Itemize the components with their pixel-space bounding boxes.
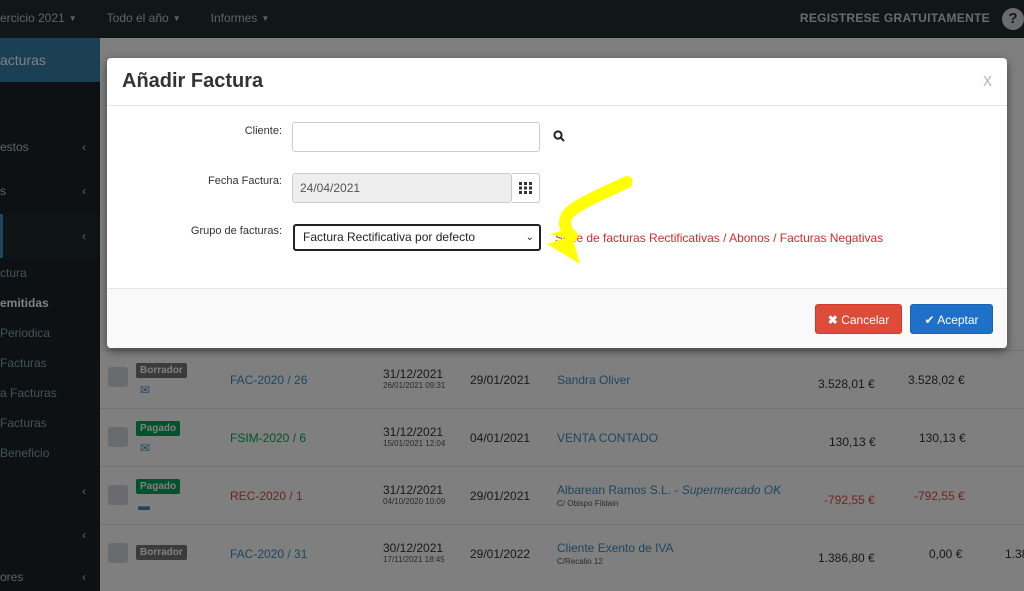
check-icon: ✔ — [924, 313, 935, 327]
invoice-group-label: Grupo de facturas: — [190, 225, 282, 237]
calendar-icon — [519, 182, 532, 194]
close-icon: ✖ — [827, 313, 838, 327]
client-label: Cliente: — [244, 125, 282, 137]
invoice-group-select[interactable]: Factura Rectificativa por defecto ⌄ — [293, 224, 541, 251]
client-input[interactable] — [292, 122, 540, 152]
date-label: Fecha Factura: — [208, 175, 282, 187]
accept-button-label: Aceptar — [937, 313, 979, 327]
cancel-button[interactable]: ✖ Cancelar — [815, 304, 902, 334]
cancel-button-label: Cancelar — [841, 313, 890, 327]
modal-footer: ✖ Cancelar ✔ Aceptar — [107, 288, 1007, 348]
add-invoice-modal: Añadir Factura x Cliente: Fecha Factura:… — [107, 58, 1007, 348]
search-icon[interactable] — [553, 130, 565, 145]
invoice-group-selected: Factura Rectificativa por defecto — [303, 230, 476, 244]
close-icon[interactable]: x — [983, 70, 992, 91]
date-input[interactable]: 24/04/2021 — [292, 173, 512, 203]
modal-title: Añadir Factura — [122, 70, 264, 92]
accept-button[interactable]: ✔ Aceptar — [910, 304, 993, 334]
annotation-arrow-icon — [547, 176, 632, 264]
modal-header: Añadir Factura x — [107, 58, 1007, 106]
